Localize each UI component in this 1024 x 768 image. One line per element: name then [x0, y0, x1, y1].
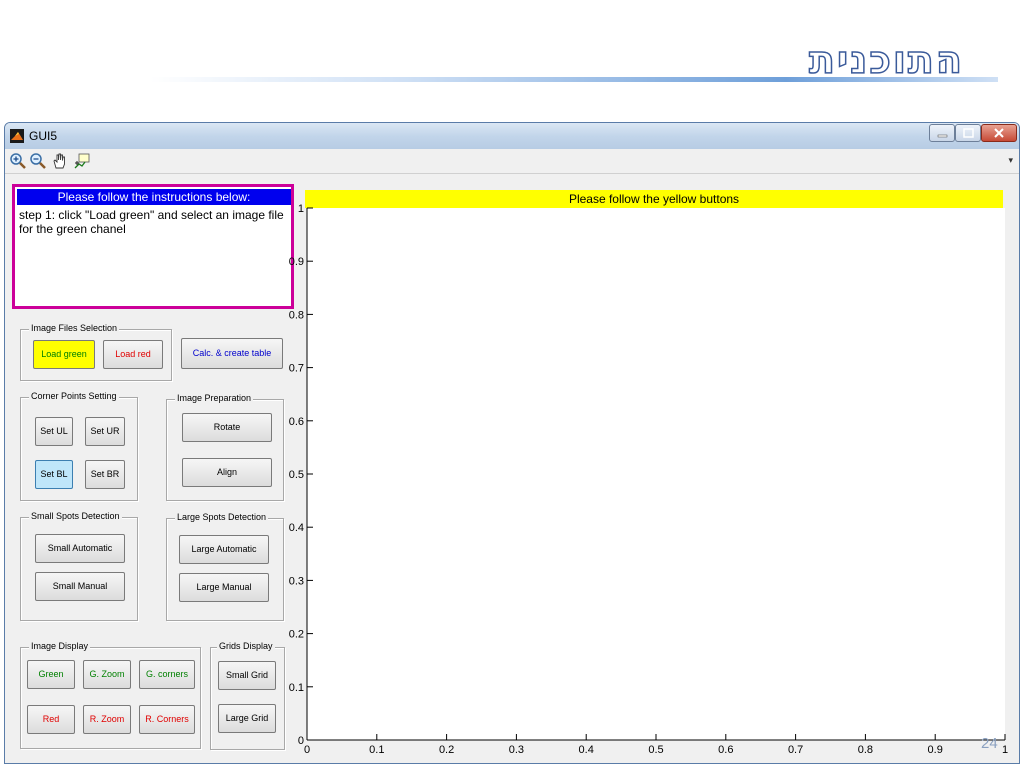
- y-tick-label: 0.6: [289, 416, 304, 428]
- g-corners-button[interactable]: G. corners: [139, 660, 195, 689]
- corner-points-setting-group: Corner Points Setting Set UL Set UR Set …: [20, 391, 138, 501]
- x-tick-label: 0: [304, 744, 310, 756]
- y-tick-label: 0.7: [289, 363, 304, 375]
- group-label: Small Spots Detection: [29, 511, 122, 521]
- plot-area[interactable]: [307, 208, 1005, 740]
- group-label: Image Files Selection: [29, 323, 120, 333]
- image-preparation-group: Image Preparation Rotate Align: [166, 393, 284, 501]
- set-ur-button[interactable]: Set UR: [85, 417, 125, 446]
- image-files-selection-group: Image Files Selection Load green Load re…: [20, 323, 172, 381]
- rotate-button[interactable]: Rotate: [182, 413, 272, 442]
- x-tick-label: 0.7: [788, 744, 803, 756]
- r-zoom-button[interactable]: R. Zoom: [83, 705, 131, 734]
- green-display-button[interactable]: Green: [27, 660, 75, 689]
- minimize-icon: [937, 134, 948, 138]
- instructions-header: Please follow the instructions below:: [17, 189, 291, 205]
- load-green-button[interactable]: Load green: [33, 340, 95, 369]
- x-tick-label: 0.2: [439, 744, 454, 756]
- pan-hand-icon[interactable]: [51, 152, 69, 170]
- r-corners-button[interactable]: R. Corners: [139, 705, 195, 734]
- image-display-group: Image Display Green G. Zoom G. corners R…: [20, 641, 201, 749]
- large-manual-button[interactable]: Large Manual: [179, 573, 269, 602]
- y-tick-label: 0.1: [289, 682, 304, 694]
- maximize-icon: [963, 128, 974, 138]
- maximize-button[interactable]: [955, 124, 981, 142]
- large-spots-detection-group: Large Spots Detection Large Automatic La…: [166, 512, 284, 621]
- close-icon: [994, 128, 1004, 138]
- x-tick-label: 0.6: [718, 744, 733, 756]
- large-automatic-button[interactable]: Large Automatic: [179, 535, 269, 564]
- large-grid-button[interactable]: Large Grid: [218, 704, 276, 733]
- zoom-out-icon[interactable]: [29, 152, 47, 170]
- plot-banner: Please follow the yellow buttons: [305, 190, 1003, 208]
- instructions-panel: Please follow the instructions below: st…: [12, 184, 294, 309]
- minimize-button[interactable]: [929, 124, 955, 142]
- group-label: Grids Display: [217, 641, 275, 651]
- instructions-text: step 1: click "Load green" and select an…: [19, 208, 284, 236]
- x-tick-label: 1: [1002, 744, 1008, 756]
- toolbar-overflow-icon[interactable]: ▾: [1008, 155, 1013, 166]
- group-label: Large Spots Detection: [175, 512, 269, 522]
- slide-page-number: 24: [981, 735, 998, 752]
- y-tick-label: 1: [298, 203, 304, 215]
- x-tick-label: 0.4: [579, 744, 594, 756]
- group-label: Corner Points Setting: [29, 391, 119, 401]
- calc-create-table-button[interactable]: Calc. & create table: [181, 338, 283, 369]
- set-bl-button[interactable]: Set BL: [35, 460, 73, 489]
- zoom-in-icon[interactable]: [9, 152, 27, 170]
- slide-title: התוכנית: [808, 37, 964, 83]
- red-display-button[interactable]: Red: [27, 705, 75, 734]
- title-underline: [150, 77, 998, 82]
- y-tick-label: 0.3: [289, 575, 304, 587]
- y-tick-label: 0.5: [289, 469, 304, 481]
- window-title: GUI5: [29, 129, 58, 143]
- small-automatic-button[interactable]: Small Automatic: [35, 534, 125, 563]
- x-tick-label: 0.1: [369, 744, 384, 756]
- x-tick-label: 0.8: [858, 744, 873, 756]
- gui-window: GUI5 ▾ Please follow the instructions be…: [4, 122, 1020, 764]
- grids-display-group: Grids Display Small Grid Large Grid: [210, 641, 285, 750]
- group-label: Image Display: [29, 641, 91, 651]
- x-tick-label: 0.9: [928, 744, 943, 756]
- y-tick-label: 0: [298, 735, 304, 747]
- matlab-icon: [10, 129, 24, 143]
- data-cursor-icon[interactable]: [73, 152, 91, 170]
- align-button[interactable]: Align: [182, 458, 272, 487]
- close-button[interactable]: [981, 124, 1017, 142]
- set-ul-button[interactable]: Set UL: [35, 417, 73, 446]
- x-tick-label: 0.3: [509, 744, 524, 756]
- set-br-button[interactable]: Set BR: [85, 460, 125, 489]
- load-red-button[interactable]: Load red: [103, 340, 163, 369]
- figure-toolbar: ▾: [5, 149, 1019, 174]
- g-zoom-button[interactable]: G. Zoom: [83, 660, 131, 689]
- small-manual-button[interactable]: Small Manual: [35, 572, 125, 601]
- small-grid-button[interactable]: Small Grid: [218, 661, 276, 690]
- small-spots-detection-group: Small Spots Detection Small Automatic Sm…: [20, 511, 138, 621]
- y-tick-label: 0.4: [289, 522, 304, 534]
- y-tick-label: 0.2: [289, 629, 304, 641]
- y-tick-label: 0.8: [289, 309, 304, 321]
- title-bar[interactable]: GUI5: [5, 123, 1019, 149]
- group-label: Image Preparation: [175, 393, 254, 403]
- x-tick-label: 0.5: [648, 744, 663, 756]
